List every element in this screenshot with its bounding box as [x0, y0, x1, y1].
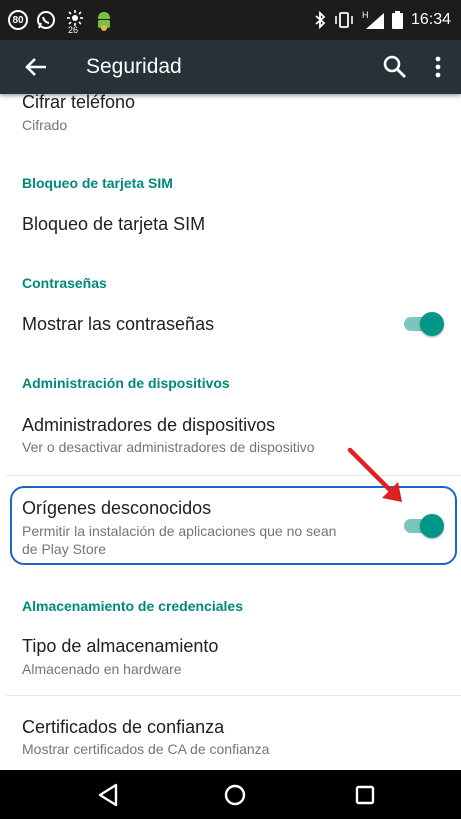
setting-title: Tipo de almacenamiento	[22, 636, 219, 656]
status-bar-right: H 16:34	[314, 0, 451, 40]
setting-summary-line1: Permitir la instalación de aplicaciones …	[22, 523, 337, 539]
cell-signal-icon: H	[362, 11, 384, 29]
search-icon[interactable]	[382, 54, 408, 80]
category-credential-storage: Almacenamiento de credenciales	[22, 598, 243, 614]
show-passwords-switch[interactable]	[402, 310, 444, 336]
more-vert-icon[interactable]	[428, 54, 448, 80]
setting-title: Cifrar teléfono	[22, 94, 136, 112]
whatsapp-icon	[37, 11, 55, 29]
bluetooth-icon	[315, 11, 326, 29]
recents-square-icon[interactable]	[352, 782, 378, 808]
setting-summary: Ver o desactivar administradores de disp…	[22, 439, 315, 455]
settings-list: Cifrar teléfono Cifrado Bloqueo de tarje…	[0, 94, 461, 770]
unknown-sources-switch[interactable]	[402, 512, 444, 538]
vibrate-icon	[335, 12, 353, 28]
android-debug-icon	[98, 12, 110, 31]
setting-summary: Mostrar certificados de CA de confianza	[22, 741, 270, 757]
home-circle-icon[interactable]	[222, 782, 248, 808]
switch-thumb	[420, 312, 444, 336]
setting-title: Mostrar las contraseñas	[22, 314, 215, 334]
setting-title: Bloqueo de tarjeta SIM	[22, 214, 206, 234]
clock: 16:34	[410, 11, 451, 28]
navigation-bar	[0, 770, 461, 819]
divider	[6, 695, 461, 696]
page-title: Seguridad	[86, 55, 182, 78]
category-passwords: Contraseñas	[22, 275, 107, 291]
weather-temp: 26	[68, 25, 79, 35]
category-sim-lock: Bloqueo de tarjeta SIM	[22, 175, 173, 191]
status-bar: 80 26 H 16:34	[0, 0, 461, 40]
annotation-arrow-icon	[347, 447, 402, 502]
setting-summary: Cifrado	[22, 117, 68, 133]
setting-title: Certificados de confianza	[22, 717, 225, 737]
status-bar-left: 80 26	[8, 0, 114, 40]
setting-summary: Almacenado en hardware	[22, 661, 182, 677]
back-triangle-icon[interactable]	[96, 782, 122, 808]
setting-title: Administradores de dispositivos	[22, 415, 276, 435]
back-arrow-icon[interactable]	[22, 53, 50, 81]
notification-count-badge: 80	[8, 10, 28, 30]
category-device-admin: Administración de dispositivos	[22, 375, 230, 391]
setting-title: Orígenes desconocidos	[22, 498, 212, 518]
weather-icon: 26	[64, 7, 86, 35]
switch-thumb	[420, 514, 444, 538]
battery-icon	[391, 11, 403, 29]
setting-summary-line2: de Play Store	[22, 541, 107, 557]
app-bar: Seguridad	[0, 40, 461, 94]
